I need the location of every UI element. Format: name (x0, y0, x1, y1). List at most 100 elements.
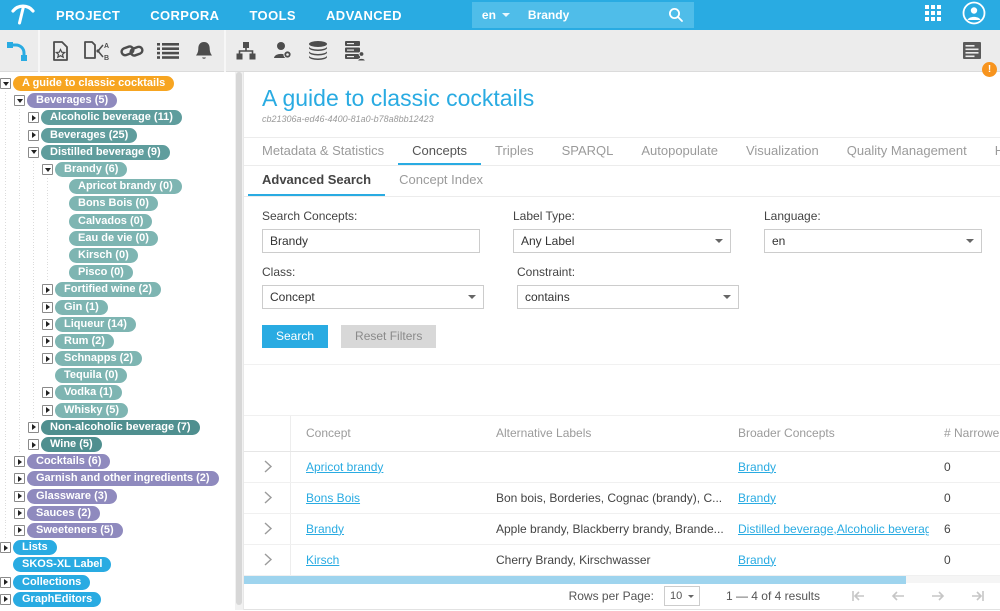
tree-item[interactable]: SKOS-XL Label (0, 556, 243, 573)
expand-icon[interactable] (42, 302, 53, 313)
tree-node-pill[interactable]: Rum (2) (55, 334, 114, 349)
row-expand-icon[interactable] (260, 521, 275, 536)
first-page-icon[interactable] (850, 589, 866, 603)
app-logo[interactable] (0, 1, 46, 30)
tree-scrollbar-thumb[interactable] (236, 72, 242, 605)
tab-concepts[interactable]: Concepts (398, 138, 481, 165)
collapse-icon[interactable] (42, 164, 53, 175)
tree-node-pill[interactable]: Collections (13, 575, 90, 590)
search-button[interactable]: Search (262, 325, 328, 348)
user-gear-icon[interactable] (264, 30, 300, 72)
tree-item[interactable]: Vodka (1) (0, 384, 243, 401)
tree-node-pill[interactable]: Lists (13, 540, 57, 555)
reset-filters-button[interactable]: Reset Filters (341, 325, 436, 348)
tree-node-pill[interactable]: Calvados (0) (69, 214, 152, 229)
tree-node-pill[interactable]: Kirsch (0) (69, 248, 138, 263)
tree-item[interactable]: Cocktails (6) (0, 453, 243, 470)
expand-icon[interactable] (14, 456, 25, 467)
tab-history[interactable]: History (981, 138, 1000, 165)
tree-item[interactable]: Eau de vie (0) (0, 230, 243, 247)
user-account-icon[interactable] (962, 1, 986, 30)
expand-icon[interactable] (42, 284, 53, 295)
expand-icon[interactable] (0, 542, 11, 553)
broader-concept-link[interactable]: Alcoholic beverage (837, 522, 929, 536)
tree-item[interactable]: Beverages (25) (0, 127, 243, 144)
broader-concept-link[interactable]: Distilled beverage (738, 522, 833, 536)
next-page-icon[interactable] (930, 589, 946, 603)
tree-node-pill[interactable]: Garnish and other ingredients (2) (27, 471, 219, 486)
tree-node-pill[interactable]: Bons Bois (0) (69, 196, 158, 211)
tree-item[interactable]: Whisky (5) (0, 402, 243, 419)
expand-icon[interactable] (14, 473, 25, 484)
tree-item[interactable]: Glassware (3) (0, 488, 243, 505)
tree-item[interactable]: Sweeteners (5) (0, 522, 243, 539)
tree-node-pill[interactable]: SKOS-XL Label (13, 557, 111, 572)
rows-per-page-select[interactable]: 10 (664, 586, 700, 606)
tree-node-pill[interactable]: A guide to classic cocktails (13, 76, 174, 91)
tree-item[interactable]: Wine (5) (0, 436, 243, 453)
expand-icon[interactable] (42, 405, 53, 416)
tree-node-pill[interactable]: Gin (1) (55, 300, 108, 315)
tree-node-pill[interactable]: Fortified wine (2) (55, 282, 161, 297)
row-expand-icon[interactable] (260, 459, 275, 474)
tree-node-pill[interactable]: Vodka (1) (55, 385, 122, 400)
tree-node-pill[interactable]: Beverages (5) (27, 93, 117, 108)
tree-item[interactable]: A guide to classic cocktails (0, 75, 243, 92)
tree-node-pill[interactable]: Whisky (5) (55, 403, 128, 418)
collapse-icon[interactable] (28, 147, 39, 158)
row-expand-icon[interactable] (260, 552, 275, 567)
expand-icon[interactable] (42, 319, 53, 330)
tree-node-pill[interactable]: Liqueur (14) (55, 317, 136, 332)
tree-item[interactable]: Non-alcoholic beverage (7) (0, 419, 243, 436)
horizontal-scrollbar[interactable] (244, 576, 1000, 584)
expand-icon[interactable] (14, 525, 25, 536)
tab-visualization[interactable]: Visualization (732, 138, 833, 165)
tree-node-pill[interactable]: Cocktails (6) (27, 454, 110, 469)
tree-node-pill[interactable]: Beverages (25) (41, 128, 137, 143)
tree-node-pill[interactable]: Alcoholic beverage (11) (41, 110, 182, 125)
broader-concept-link[interactable]: Brandy (738, 553, 776, 567)
expand-icon[interactable] (42, 336, 53, 347)
tab-sparql[interactable]: SPARQL (548, 138, 628, 165)
tree-item[interactable]: Calvados (0) (0, 213, 243, 230)
tree-vertical-scrollbar[interactable] (235, 72, 243, 610)
tree-item[interactable]: Beverages (5) (0, 92, 243, 109)
tab-quality-management[interactable]: Quality Management (833, 138, 981, 165)
concept-link[interactable]: Kirsch (306, 553, 339, 567)
log-alert-icon[interactable]: ! (954, 30, 990, 72)
tree-node-pill[interactable]: Schnapps (2) (55, 351, 142, 366)
tree-item[interactable]: Sauces (2) (0, 505, 243, 522)
tree-item[interactable]: Garnish and other ingredients (2) (0, 470, 243, 487)
tree-node-pill[interactable]: Sweeteners (5) (27, 523, 123, 538)
tab-autopopulate[interactable]: Autopopulate (627, 138, 732, 165)
expand-icon[interactable] (14, 508, 25, 519)
tab-metadata-statistics[interactable]: Metadata & Statistics (248, 138, 398, 165)
tree-item[interactable]: Schnapps (2) (0, 350, 243, 367)
tree-item[interactable]: Bons Bois (0) (0, 195, 243, 212)
expand-icon[interactable] (14, 491, 25, 502)
search-concepts-input[interactable] (262, 229, 480, 253)
class-select[interactable]: Concept (262, 285, 484, 309)
concept-link[interactable]: Apricot brandy (306, 460, 383, 474)
tree-item[interactable]: Apricot brandy (0) (0, 178, 243, 195)
tree-node-pill[interactable]: Eau de vie (0) (69, 231, 158, 246)
search-language-select[interactable]: en (472, 2, 520, 28)
menu-project[interactable]: PROJECT (56, 8, 120, 23)
tree-node-pill[interactable]: Pisco (0) (69, 265, 133, 280)
tree-item[interactable]: GraphEditors (0, 591, 243, 608)
link-icon[interactable] (114, 30, 150, 72)
tree-item[interactable]: Tequila (0) (0, 367, 243, 384)
broader-concept-link[interactable]: Brandy (738, 491, 776, 505)
collapse-icon[interactable] (14, 95, 25, 106)
tree-item[interactable]: Distilled beverage (9) (0, 144, 243, 161)
subtab-advanced-search[interactable]: Advanced Search (248, 166, 385, 196)
expand-icon[interactable] (0, 594, 11, 605)
search-input[interactable]: Brandy (520, 8, 668, 22)
collapse-icon[interactable] (0, 78, 11, 89)
document-star-icon[interactable] (42, 30, 78, 72)
row-expand-icon[interactable] (260, 490, 275, 505)
horizontal-scrollbar-thumb[interactable] (244, 576, 906, 584)
menu-advanced[interactable]: ADVANCED (326, 8, 402, 23)
tree-item[interactable]: Kirsch (0) (0, 247, 243, 264)
subtab-concept-index[interactable]: Concept Index (385, 166, 497, 196)
